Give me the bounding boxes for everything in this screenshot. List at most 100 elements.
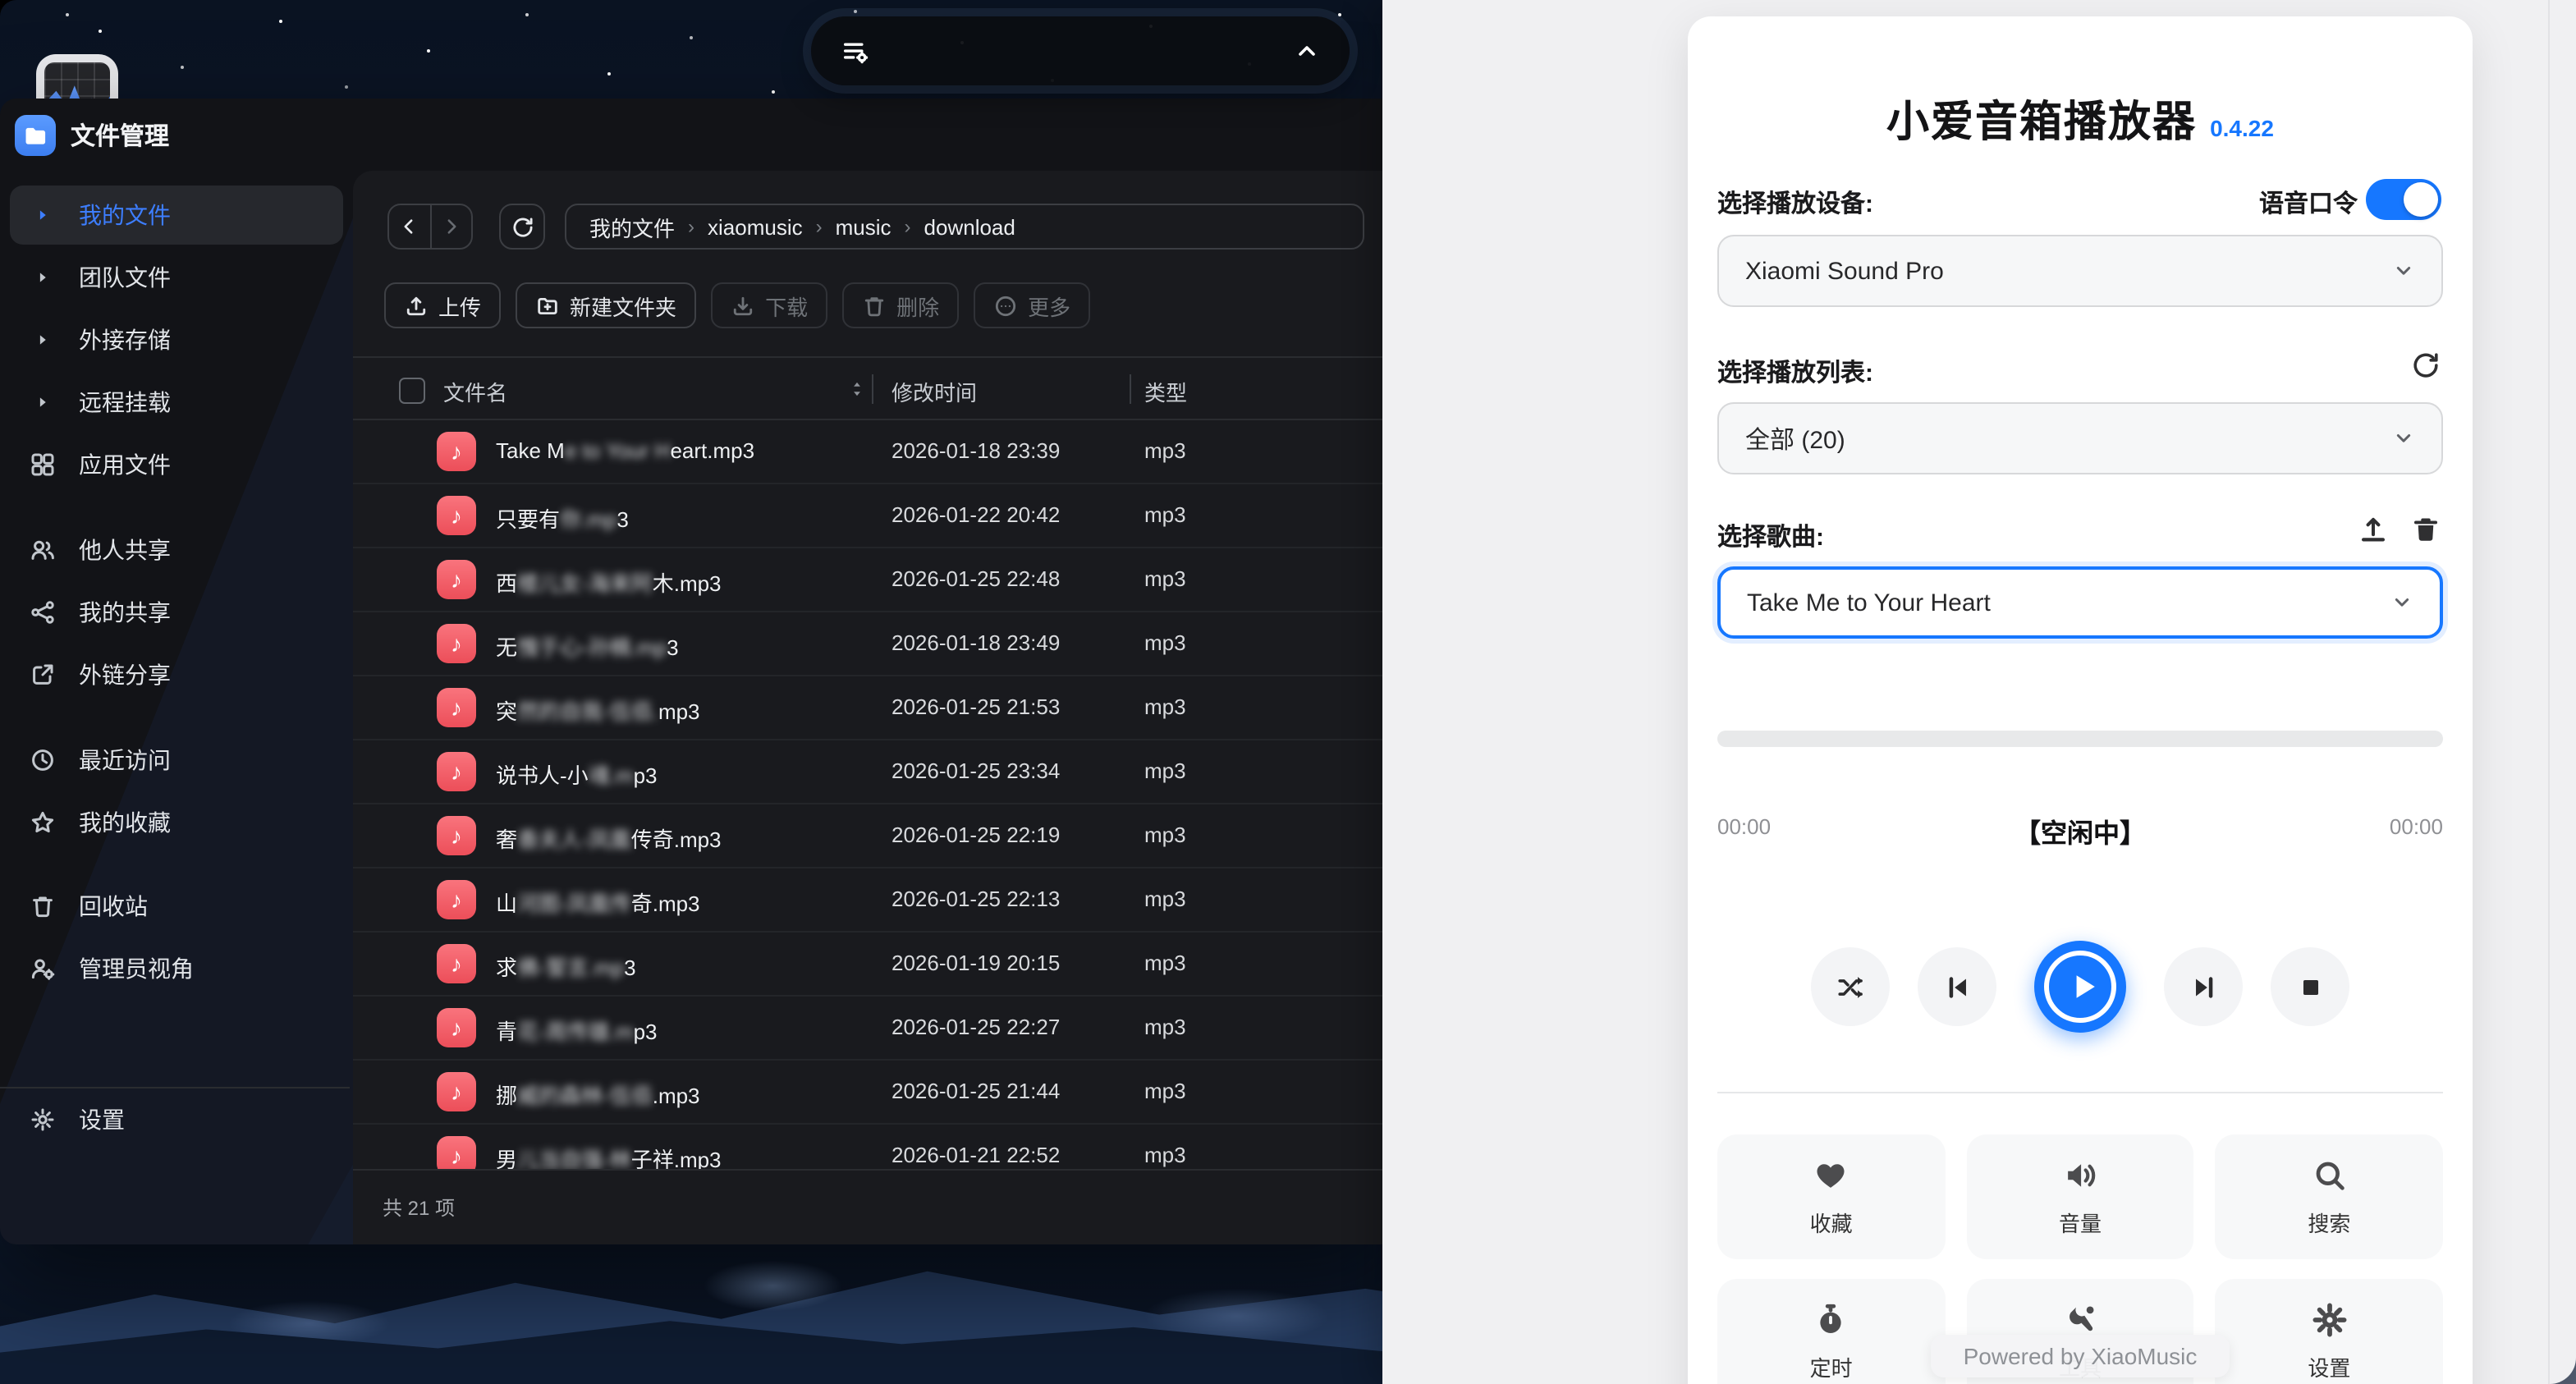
file-modified-time: 2026-01-25 22:27 [892,1015,1061,1039]
table-row[interactable]: ♪ 突然的自我-伍佰.mp3 2026-01-25 21:53 mp3 [353,676,1400,740]
sidebar-item[interactable]: 外接存储 [10,310,343,369]
grid-search-button[interactable]: 搜索 [2215,1134,2443,1259]
breadcrumb-item[interactable]: download [924,214,1015,239]
device-select[interactable]: Xiaomi Sound Pro [1717,235,2443,307]
grid-button-label: 搜索 [2308,1211,2351,1235]
folder-plus-icon [535,293,560,318]
sidebar-item[interactable]: 远程挂载 [10,373,343,432]
table-row[interactable]: ♪ 挪威的森林-伍佰.mp3 2026-01-25 21:44 mp3 [353,1061,1400,1125]
sidebar-item[interactable]: 外链分享 [10,645,343,704]
breadcrumb-item[interactable]: music [836,214,892,239]
file-name: 说书人-小魂.mp3 [496,763,658,788]
toolbar: 上传 新建文件夹 下载 删除 更多 [384,282,1400,328]
chevron-down-icon [2392,427,2415,450]
quick-settings-bar[interactable] [811,16,1350,85]
table-row[interactable]: ♪ 青花-周传雄.mp3 2026-01-25 22:27 mp3 [353,997,1400,1061]
sidebar-item[interactable]: 回收站 [10,877,343,936]
file-type: mp3 [1144,566,1186,591]
playlist-refresh-icon[interactable] [2410,350,2441,381]
file-name: 求佛-誓言.mp3 [496,956,636,980]
delete-song-icon[interactable] [2410,514,2441,545]
gear-solid-icon [2311,1301,2347,1337]
table-row[interactable]: ♪ 西楼儿女-海来阿木.mp3 2026-01-25 22:48 mp3 [353,548,1400,612]
sidebar-item[interactable]: 团队文件 [10,248,343,307]
toolbar-folder-plus-button[interactable]: 新建文件夹 [516,282,697,328]
sidebar-item[interactable]: 应用文件 [10,435,343,494]
shuffle-button[interactable] [1811,947,1890,1026]
song-select-value: Take Me to Your Heart [1747,589,1991,616]
file-modified-time: 2026-01-25 21:53 [892,694,1061,719]
file-name: 青花-周传雄.mp3 [496,1020,658,1044]
back-button[interactable] [389,205,429,248]
table-row[interactable]: ♪ 求佛-誓言.mp3 2026-01-19 20:15 mp3 [353,933,1400,997]
table-row[interactable]: ♪ 说书人-小魂.mp3 2026-01-25 23:34 mp3 [353,740,1400,804]
sidebar-item-label: 设置 [79,1107,125,1133]
song-select[interactable]: Take Me to Your Heart [1717,566,2443,639]
toolbar-upload-button[interactable]: 上传 [384,282,502,328]
grid-timer-button[interactable]: 定时 [1717,1279,1946,1384]
next-button[interactable] [2164,947,2243,1026]
upload-icon [404,293,429,318]
external-icon [30,662,56,688]
file-name: 山河图-凤凰传奇.mp3 [496,891,700,916]
music-file-icon: ♪ [437,816,476,855]
sort-icon[interactable] [847,379,867,399]
sidebar-item-label: 我的文件 [79,202,171,228]
gear-icon [30,1107,56,1133]
breadcrumb-item[interactable]: xiaomusic [708,214,803,239]
forward-button[interactable] [429,205,471,248]
music-file-icon: ♪ [437,944,476,983]
table-row[interactable]: ♪ 只要有你.mp3 2026-01-22 20:42 mp3 [353,484,1400,548]
sidebar-item[interactable]: 管理员视角 [10,939,343,998]
file-name: 突然的自我-伍佰.mp3 [496,699,700,724]
screen: 文件管理 我的文件团队文件外接存储 远程挂载 应用文件他人共享 我的共享 外链分享最近访… [0,0,2576,1384]
table-row[interactable]: ♪ Take Me to Your Heart.mp3 2026-01-18 23:… [353,420,1400,484]
table-row[interactable]: ♪ 男儿当自强-林子祥.mp3 2026-01-21 22:52 mp3 [353,1125,1400,1169]
column-header-type[interactable]: 类型 [1144,376,1187,407]
sidebar-item[interactable]: 最近访问 [10,731,343,790]
file-type: mp3 [1144,951,1186,975]
file-name: 无愧于心-孙楠.mp3 [496,635,679,660]
sidebar-divider [0,1087,350,1088]
sidebar-item-label: 团队文件 [79,264,171,291]
select-all-checkbox[interactable] [399,378,425,404]
table-row[interactable]: ♪ 山河图-凤凰传奇.mp3 2026-01-25 22:13 mp3 [353,868,1400,933]
playlist-select[interactable]: 全部 (20) [1717,402,2443,474]
chevron-up-icon[interactable] [1294,38,1320,64]
column-header-name[interactable]: 文件名 [443,376,507,407]
voice-command-toggle[interactable] [2366,179,2441,220]
sidebar-item[interactable]: 我的文件 [10,186,343,245]
sidebar-item[interactable]: 他人共享 [10,520,343,580]
toolbar-trash-button: 删除 [842,282,960,328]
playlist-select-value: 全部 (20) [1745,426,1845,454]
breadcrumb-separator: › [904,215,911,238]
music-file-icon: ♪ [437,1136,476,1169]
sidebar-group: 最近访问 我的收藏 [0,731,353,852]
refresh-button[interactable] [499,204,545,250]
grid-heart-button[interactable]: 收藏 [1717,1134,1946,1259]
breadcrumb-separator: › [815,215,823,238]
grid-gear-solid-button[interactable]: 设置 [2215,1279,2443,1384]
sidebar-item[interactable]: 我的共享 [10,583,343,642]
previous-button[interactable] [1918,947,1996,1026]
stars-decor [0,0,3,3]
grid-volume-button[interactable]: 音量 [1966,1134,2194,1259]
chevron-down-icon [2390,591,2413,614]
file-modified-time: 2026-01-25 22:48 [892,566,1061,591]
progress-bar[interactable] [1717,731,2443,747]
table-row[interactable]: ♪ 无愧于心-孙楠.mp3 2026-01-18 23:49 mp3 [353,612,1400,676]
play-button[interactable] [2034,941,2126,1033]
grid-button-label: 收藏 [1809,1211,1853,1235]
list-settings-icon[interactable] [841,36,870,66]
table-row[interactable]: ♪ 奢香夫人-凤凰传奇.mp3 2026-01-25 22:19 mp3 [353,804,1400,868]
chevron-down-icon [2392,259,2415,282]
sidebar-item-settings[interactable]: 设置 [10,1090,343,1149]
sidebar-item[interactable]: 我的收藏 [10,793,343,852]
upload-song-icon[interactable] [2358,514,2389,545]
stop-button[interactable] [2271,947,2349,1026]
column-header-modified[interactable]: 修改时间 [892,376,977,407]
breadcrumb-item[interactable]: 我的文件 [589,211,675,242]
window-title: 文件管理 [71,123,170,151]
caret-right-icon [30,269,56,286]
file-name: 挪威的森林-伍佰.mp3 [496,1084,700,1108]
